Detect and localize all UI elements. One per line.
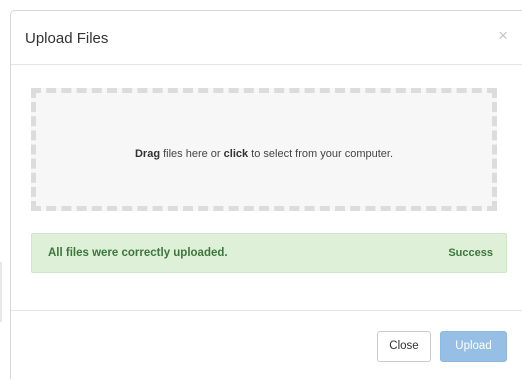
dialog-title: Upload Files — [25, 30, 109, 47]
upload-button[interactable]: Upload — [440, 331, 507, 362]
dialog-footer: Close Upload — [11, 310, 522, 380]
file-dropzone[interactable]: Drag files here or click to select from … — [31, 88, 497, 211]
dropzone-drag-text: Drag — [134, 148, 161, 160]
dropzone-instructions: Drag files here or click to select from … — [36, 147, 492, 161]
upload-files-dialog: Upload Files × Drag files here or click … — [10, 10, 522, 379]
close-icon[interactable]: × — [498, 27, 508, 45]
dropzone-middle-text: files here or — [160, 148, 224, 160]
success-alert: All files were correctly uploaded. Succe… — [31, 233, 507, 273]
background-edge — [0, 262, 2, 322]
dialog-header: Upload Files × — [11, 11, 522, 65]
dropzone-end-text: to select from your computer. — [248, 148, 393, 160]
alert-status-label: Success — [448, 247, 493, 259]
alert-message: All files were correctly uploaded. — [48, 247, 228, 259]
close-button[interactable]: Close — [377, 331, 431, 362]
dropzone-click-text: click — [223, 148, 249, 160]
